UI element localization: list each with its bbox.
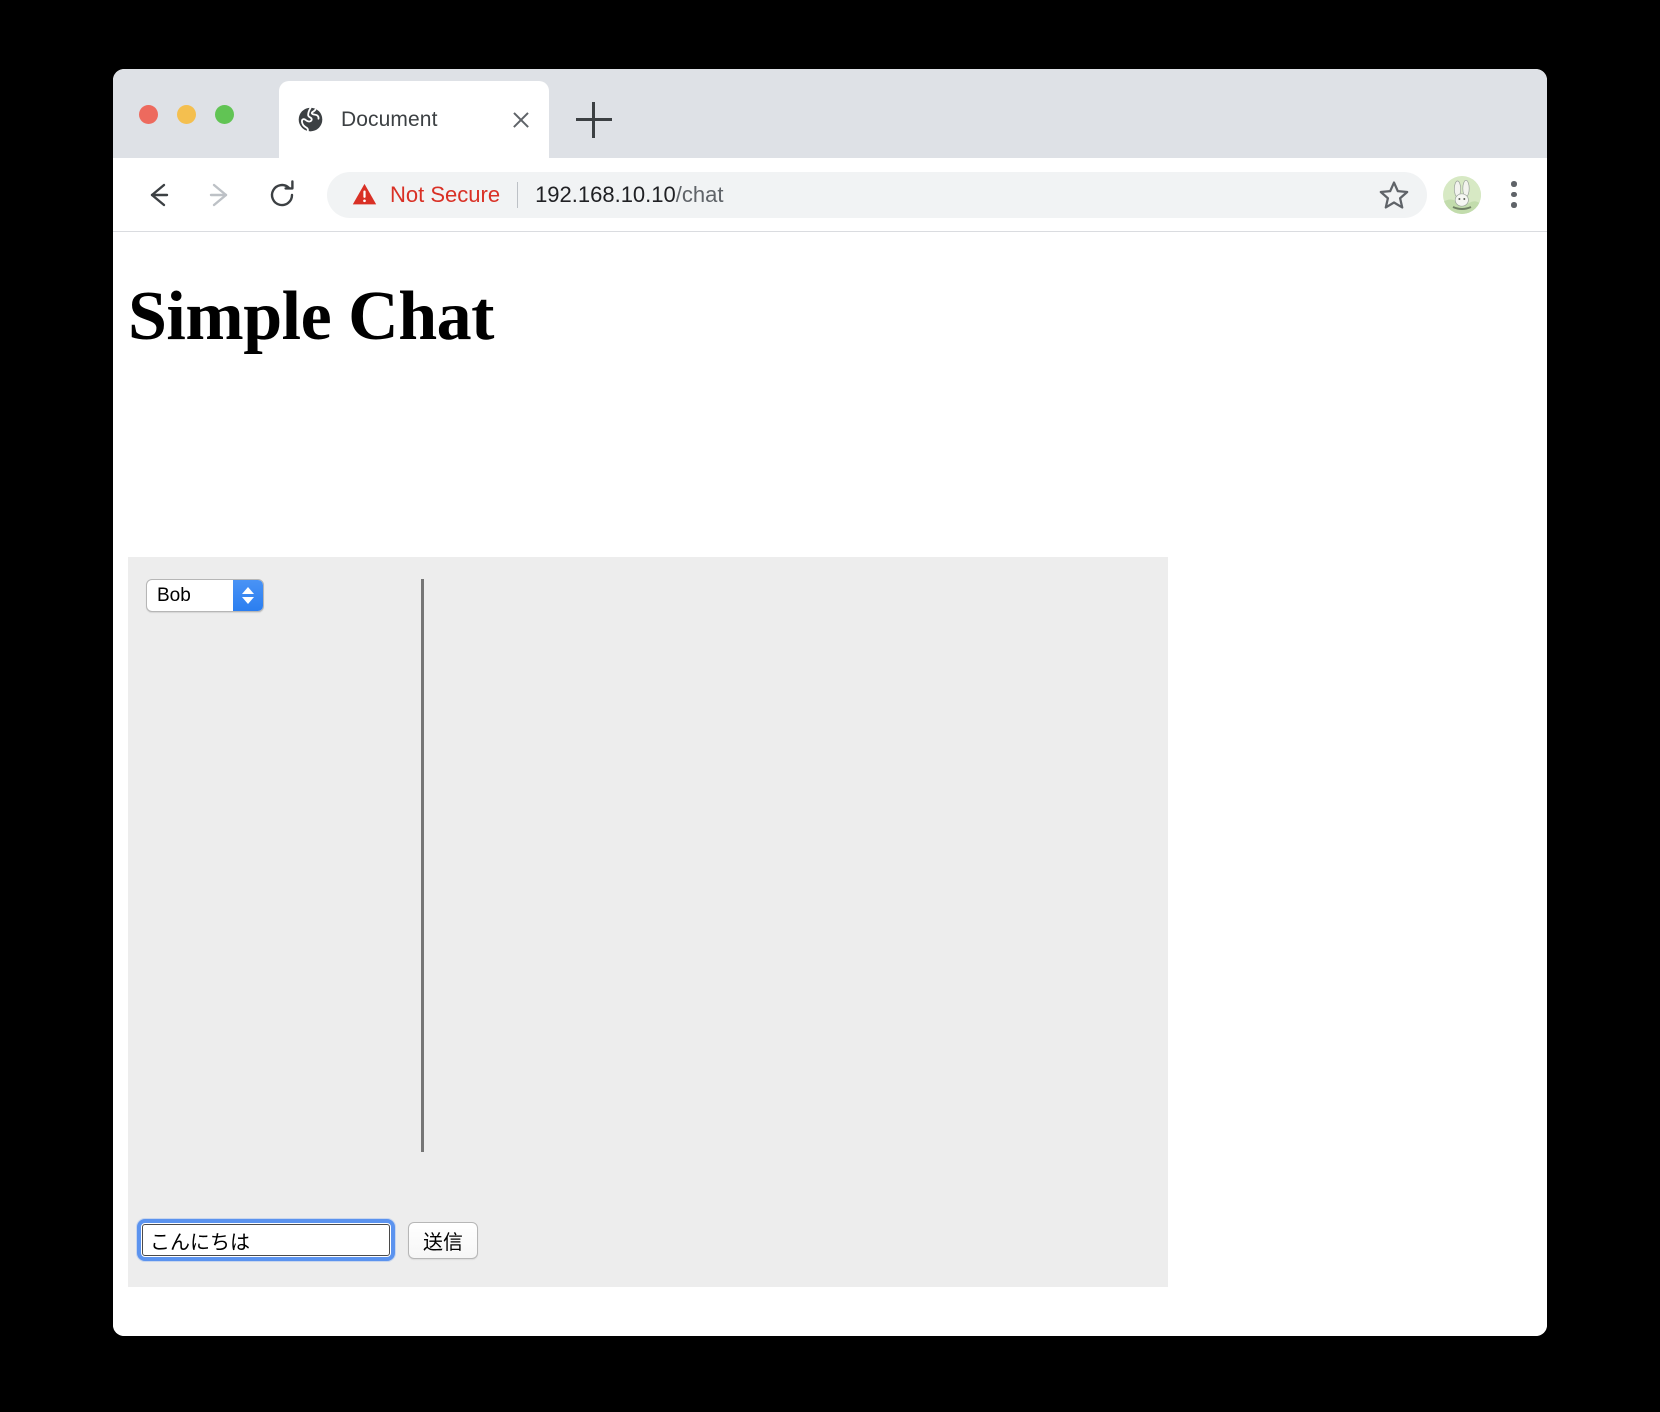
browser-toolbar: Not Secure 192.168.10.10/chat: [113, 158, 1547, 232]
message-input[interactable]: [142, 1224, 390, 1256]
browser-menu-button[interactable]: [1497, 176, 1531, 214]
url-text: 192.168.10.10/chat: [535, 182, 1365, 208]
browser-tab[interactable]: Document: [279, 81, 549, 158]
kebab-dot: [1511, 181, 1517, 187]
browser-window: Document Not Secure 192.168.10.10/chat S…: [113, 69, 1547, 1336]
message-input-focus-ring: [137, 1219, 395, 1261]
zoom-window-button[interactable]: [215, 105, 234, 124]
send-button[interactable]: 送信: [408, 1221, 478, 1259]
not-secure-label: Not Secure: [390, 181, 501, 207]
page-viewport: Simple Chat Bob 送信: [113, 232, 1547, 1336]
close-window-button[interactable]: [139, 105, 158, 124]
rabbit-avatar-icon: [1443, 175, 1481, 214]
url-host: 192.168.10.10: [535, 181, 676, 207]
tab-title: Document: [341, 107, 438, 131]
message-composer: 送信: [137, 1219, 478, 1261]
chat-divider: [421, 579, 424, 1152]
user-select-wrapper: Bob: [146, 579, 264, 612]
back-arrow-icon: [150, 183, 169, 206]
user-select[interactable]: Bob: [146, 579, 264, 612]
tab-strip: Document: [113, 69, 1547, 158]
close-tab-icon[interactable]: [507, 106, 535, 134]
omnibox-divider: [517, 181, 519, 208]
warning-triangle-icon: [352, 183, 377, 205]
url-path: /chat: [675, 181, 724, 207]
star-icon[interactable]: [1377, 178, 1411, 212]
new-tab-button[interactable]: [576, 102, 612, 138]
traffic-lights: [139, 105, 234, 124]
reload-button[interactable]: [259, 172, 305, 218]
avatar[interactable]: [1443, 175, 1481, 214]
minimize-window-button[interactable]: [177, 105, 196, 124]
chat-panel: Bob 送信: [128, 557, 1168, 1287]
address-bar[interactable]: Not Secure 192.168.10.10/chat: [327, 171, 1427, 218]
kebab-dot: [1511, 202, 1517, 208]
page-title: Simple Chat: [128, 278, 494, 355]
message-list: [428, 579, 1156, 1152]
forward-button[interactable]: [197, 172, 243, 218]
kebab-dot: [1511, 191, 1517, 198]
globe-icon: [298, 107, 323, 133]
reload-icon: [270, 179, 294, 206]
back-button[interactable]: [135, 172, 181, 218]
forward-arrow-icon: [209, 183, 228, 206]
